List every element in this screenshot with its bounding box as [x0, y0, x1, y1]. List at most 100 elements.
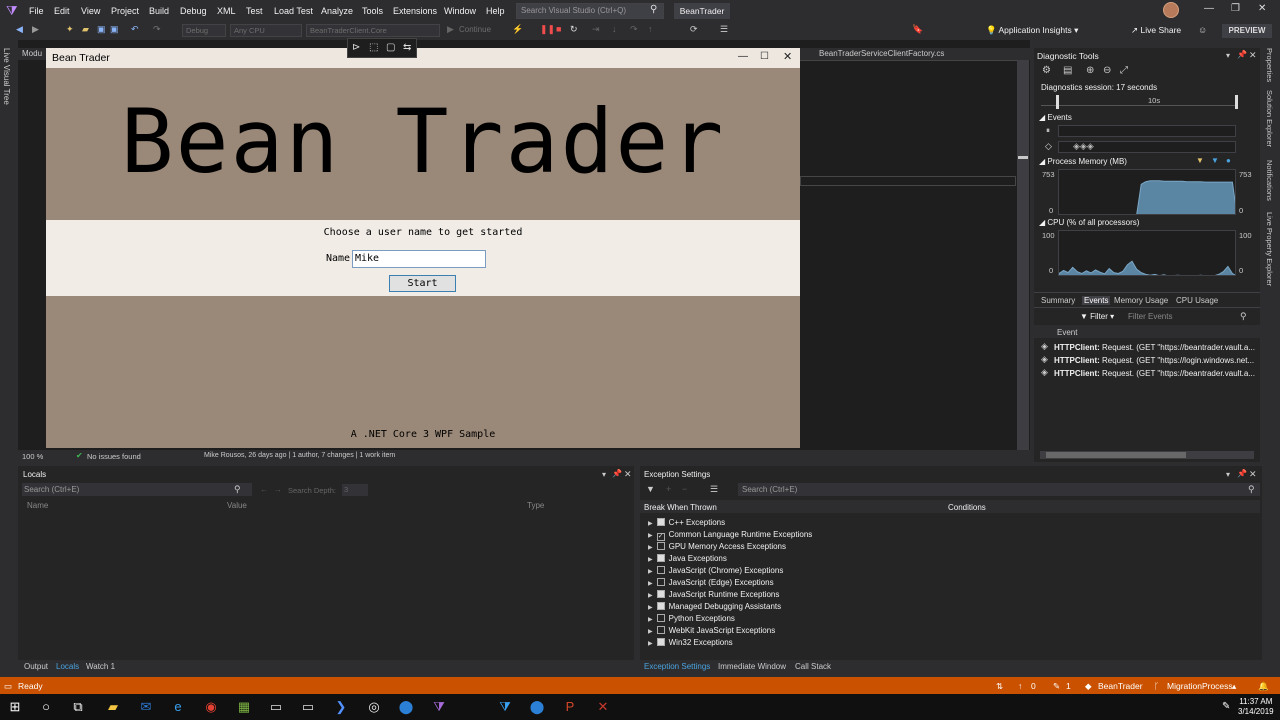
- tab-watch-1[interactable]: Watch 1: [86, 662, 115, 671]
- start-button[interactable]: Start: [389, 275, 456, 292]
- break-when-thrown-column[interactable]: Break When Thrown: [644, 503, 717, 512]
- exception-checkbox[interactable]: [656, 590, 665, 598]
- cpu-section-label[interactable]: ◢ CPU (% of all processors): [1039, 218, 1139, 227]
- restart-icon[interactable]: ↻: [570, 24, 578, 35]
- outlook-icon[interactable]: ✉: [137, 698, 155, 716]
- branch-name[interactable]: MigrationProcess: [1167, 681, 1233, 691]
- name-input[interactable]: Mike: [352, 250, 486, 268]
- locals-search-input[interactable]: Search (Ctrl+E): [22, 483, 252, 496]
- continue-icon[interactable]: ▶: [447, 24, 454, 35]
- hot-reload-icon[interactable]: ⟳: [690, 24, 698, 35]
- expand-arrow-icon[interactable]: ▶: [648, 641, 653, 647]
- windows-start-icon[interactable]: ⊞: [6, 698, 24, 716]
- timeline-end-handle[interactable]: [1235, 95, 1238, 109]
- feedback-icon[interactable]: ☺: [1198, 25, 1207, 35]
- pause-icon[interactable]: ❚❚: [540, 24, 555, 35]
- exc-dropdown-icon[interactable]: ▾: [1226, 470, 1230, 479]
- exception-row[interactable]: ▶ ✓ Common Language Runtime Exceptions: [648, 530, 812, 541]
- bean-trader-close-icon[interactable]: ✕: [783, 50, 792, 63]
- event-column-header[interactable]: Event: [1057, 328, 1077, 337]
- timeline-start-handle[interactable]: [1056, 95, 1059, 109]
- editor-scrollbar[interactable]: [1017, 60, 1029, 450]
- locals-type-column[interactable]: Type: [527, 501, 544, 510]
- exception-row[interactable]: ▶ JavaScript Runtime Exceptions: [648, 590, 779, 599]
- events-section-label[interactable]: ◢ Events: [1039, 113, 1072, 122]
- bean-trader-taskbar-icon[interactable]: ✕: [594, 698, 612, 716]
- tab-immediate-window[interactable]: Immediate Window: [718, 662, 786, 671]
- reset-view-icon[interactable]: ⤢: [1120, 65, 1128, 76]
- exc-close-icon[interactable]: ✕: [1249, 469, 1257, 480]
- tab-call-stack[interactable]: Call Stack: [795, 662, 831, 671]
- comment-icon[interactable]: ☰: [720, 24, 728, 35]
- startup-project-dropdown[interactable]: BeanTraderClient.Core: [306, 24, 440, 37]
- search-forward-icon[interactable]: →: [274, 485, 282, 494]
- menu-edit[interactable]: Edit: [54, 6, 70, 16]
- timeline-ruler[interactable]: [1041, 95, 1237, 106]
- search-depth-dropdown[interactable]: 3: [342, 484, 368, 496]
- exception-row[interactable]: ▶ Managed Debugging Assistants: [648, 602, 781, 611]
- menu-project[interactable]: Project: [111, 6, 139, 16]
- event-row[interactable]: HTTPClient: Request. (GET "https://login…: [1054, 356, 1254, 365]
- filter-events-input[interactable]: Filter Events: [1128, 312, 1172, 321]
- task-view-icon[interactable]: ⧉: [69, 698, 87, 716]
- repo-name[interactable]: BeanTrader: [1098, 681, 1143, 691]
- vs-search-input[interactable]: Search Visual Studio (Ctrl+Q): [516, 3, 664, 19]
- notifications-bell-icon[interactable]: 🔔: [1258, 681, 1269, 692]
- zoom-dropdown[interactable]: 100 %: [22, 452, 43, 461]
- pull-request-icon[interactable]: ⇅: [996, 681, 1003, 692]
- exception-checkbox[interactable]: [656, 614, 665, 622]
- close-icon[interactable]: ✕: [1258, 3, 1266, 14]
- menu-view[interactable]: View: [81, 6, 100, 16]
- settings-icon[interactable]: ⚙: [1042, 65, 1051, 76]
- maps-pin-icon[interactable]: ⬤: [397, 698, 415, 716]
- process-icon[interactable]: ⚡: [512, 24, 523, 35]
- tab-exception-settings[interactable]: Exception Settings: [644, 662, 710, 671]
- exc-restore-icon[interactable]: ☰: [710, 484, 718, 495]
- changes-count[interactable]: 1: [1066, 681, 1071, 691]
- locals-pin-icon[interactable]: 📌: [612, 469, 622, 478]
- go-to-live-visual-tree-icon[interactable]: ⊳: [352, 42, 360, 53]
- issues-indicator[interactable]: No issues found: [87, 452, 141, 461]
- exception-checkbox[interactable]: [656, 518, 665, 526]
- expand-arrow-icon[interactable]: ▶: [648, 581, 653, 587]
- expand-arrow-icon[interactable]: ▶: [648, 545, 653, 551]
- menu-analyze[interactable]: Analyze: [321, 6, 353, 16]
- edge-icon[interactable]: e: [169, 698, 187, 716]
- tab-output[interactable]: Output: [24, 662, 48, 671]
- tab-module[interactable]: Modu: [22, 49, 42, 58]
- pen-icon[interactable]: ✎: [1222, 701, 1230, 712]
- avatar[interactable]: [1163, 2, 1179, 18]
- locals-close-icon[interactable]: ✕: [624, 469, 632, 480]
- search-circle-icon[interactable]: ○: [37, 698, 55, 716]
- tab-beantrader-service-client-factory[interactable]: BeanTraderServiceClientFactory.cs: [819, 49, 944, 58]
- live-property-explorer-tab[interactable]: Live Property Explorer: [1265, 212, 1274, 286]
- location-icon[interactable]: ⬤: [528, 698, 546, 716]
- exc-remove-icon[interactable]: −: [682, 484, 687, 494]
- locals-dropdown-icon[interactable]: ▾: [602, 470, 606, 479]
- exc-pin-icon[interactable]: 📌: [1237, 469, 1247, 478]
- branch-dropdown-icon[interactable]: ▴: [1232, 681, 1236, 692]
- undo-icon[interactable]: ↶: [131, 24, 139, 35]
- tab-events[interactable]: Events: [1082, 296, 1111, 305]
- step-into-icon[interactable]: ↓: [612, 24, 617, 34]
- exception-search-input[interactable]: Search (Ctrl+E): [738, 483, 1260, 496]
- events-hscroll-thumb[interactable]: [1046, 452, 1186, 458]
- expand-arrow-icon[interactable]: ▶: [648, 629, 653, 635]
- step-over-icon[interactable]: ↷: [630, 24, 638, 35]
- exception-row[interactable]: ▶ GPU Memory Access Exceptions: [648, 542, 786, 551]
- exception-checkbox[interactable]: [656, 566, 665, 574]
- zoom-out-icon[interactable]: ⊖: [1103, 65, 1111, 76]
- locals-name-column[interactable]: Name: [27, 501, 48, 510]
- exception-row[interactable]: ▶ WebKit JavaScript Exceptions: [648, 626, 775, 635]
- expand-arrow-icon[interactable]: ▶: [648, 605, 653, 611]
- live-share-button[interactable]: ↗ Live Share: [1131, 25, 1181, 36]
- command-prompt-icon[interactable]: ▭: [299, 698, 317, 716]
- select-element-icon[interactable]: ⬚: [369, 42, 378, 53]
- chrome-icon[interactable]: ◉: [202, 698, 220, 716]
- menu-window[interactable]: Window: [444, 6, 476, 16]
- event-row[interactable]: HTTPClient: Request. (GET "https://beant…: [1054, 369, 1255, 378]
- panel-dropdown-icon[interactable]: ▾: [1226, 51, 1230, 60]
- exception-checkbox[interactable]: [656, 638, 665, 646]
- maximize-icon[interactable]: ❐: [1231, 3, 1240, 14]
- save-icon[interactable]: ▣: [97, 24, 106, 35]
